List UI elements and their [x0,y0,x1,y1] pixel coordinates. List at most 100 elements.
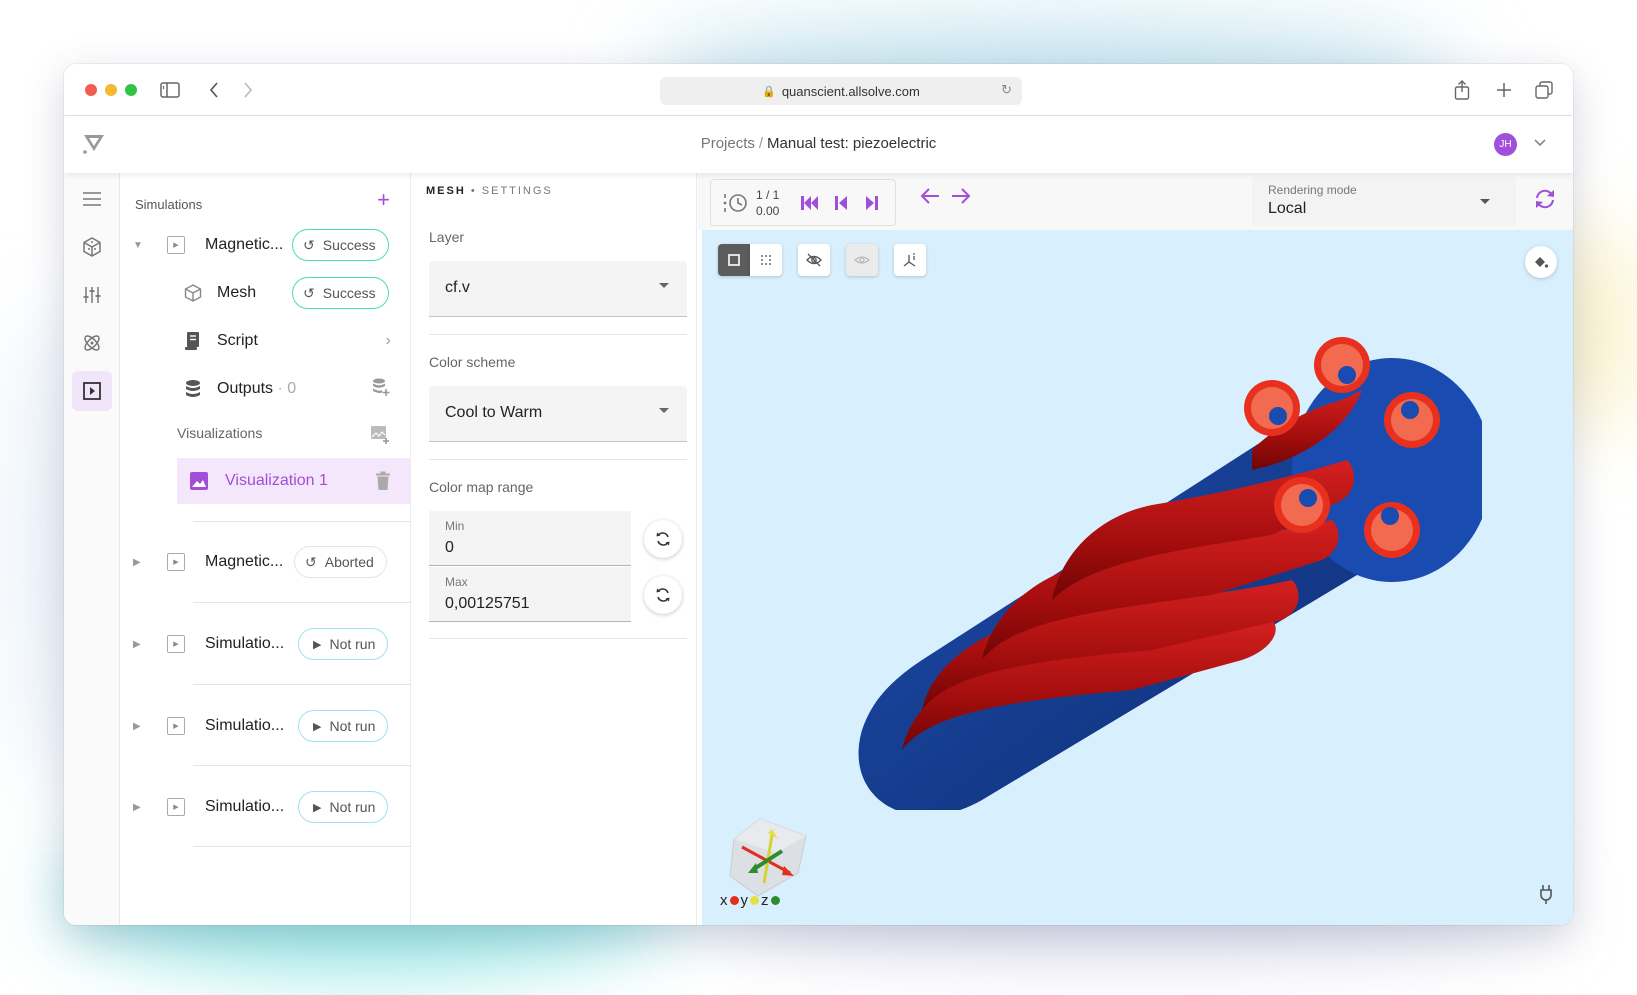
mesh-label: Mesh [217,284,257,301]
dots-grid-icon [761,255,771,265]
dropdown-arrow-icon [1480,199,1490,204]
outputs-row[interactable]: Outputs · 0 [121,367,411,411]
visualization-item[interactable]: Visualization 1 [177,458,411,504]
first-step-button[interactable] [801,196,819,213]
rail-menu-button[interactable] [72,179,112,219]
status-text: Not run [329,636,376,652]
color-scheme-select[interactable]: Cool to Warm [429,386,687,442]
reset-max-button[interactable] [644,576,682,614]
redo-arrow-button[interactable] [951,185,971,211]
browser-toolbar: 🔒 quanscient.allsolve.com ↻ [64,64,1573,116]
layer-select[interactable]: cf.v [429,261,687,317]
maximize-window-button[interactable] [125,84,137,96]
expand-caret-icon[interactable]: ▶ [133,639,141,650]
solid-view-button[interactable] [718,244,750,276]
status-badge-success[interactable]: ↺ Success [292,277,389,309]
chevron-right-icon[interactable]: › [386,332,391,350]
rerun-icon: ↺ [303,236,315,253]
status-badge-not-run[interactable]: ▶ Not run [298,628,389,660]
add-visualization-icon[interactable] [370,425,390,450]
expand-caret-icon[interactable]: ▶ [133,721,141,732]
minimize-window-button[interactable] [105,84,117,96]
max-range-input[interactable]: Max 0,00125751 [429,567,631,622]
simulation-row[interactable]: ▶ ▶ Simulatio... ▶ Not run [121,687,411,765]
settings-title: MESH • SETTINGS [426,185,553,197]
layer-value: cf.v [445,279,470,296]
mesh-settings-panel: MESH • SETTINGS Layer cf.v Color scheme … [412,173,697,925]
breadcrumb-projects-link[interactable]: Projects [701,135,755,152]
divider [193,846,411,847]
user-avatar[interactable]: JH [1494,133,1517,156]
status-badge-not-run[interactable]: ▶ Not run [298,710,389,742]
previous-step-button[interactable] [835,196,847,213]
max-value: 0,00125751 [445,595,530,612]
close-window-button[interactable] [85,84,97,96]
simulation-name: Simulatio... [205,798,285,815]
paint-bucket-button[interactable] [1525,246,1557,278]
back-icon[interactable] [202,78,226,102]
orientation-cube[interactable] [720,811,810,901]
browser-window: 🔒 quanscient.allsolve.com ↻ Projects / Man… [64,64,1573,925]
rendering-mode-select[interactable]: Rendering mode Local [1252,177,1516,226]
collapse-caret-icon[interactable]: ▼ [133,240,143,251]
undo-arrow-button[interactable] [920,185,940,211]
expand-caret-icon[interactable]: ▶ [133,802,141,813]
min-label: Min [445,519,465,533]
rail-geometry-button[interactable] [72,227,112,267]
min-range-input[interactable]: Min 0 [429,511,631,566]
connection-plug-icon[interactable] [1539,884,1553,909]
divider [193,602,411,603]
last-step-button[interactable] [866,196,878,213]
simulation-name: Simulatio... [205,717,285,734]
hide-button[interactable] [798,244,830,276]
reload-icon[interactable]: ↻ [1001,82,1012,98]
sidebar-toggle-icon[interactable] [158,78,182,102]
account-menu-chevron-icon[interactable] [1534,134,1546,150]
y-axis-dot [750,896,759,905]
lock-icon: 🔒 [762,85,776,98]
rendering-mode-value: Local [1268,200,1307,217]
reset-min-button[interactable] [644,520,682,558]
status-badge-not-run[interactable]: ▶ Not run [298,791,389,823]
left-navigation-rail [64,173,120,925]
simulation-row[interactable]: ▶ ▶ Magnetic... ↺ Aborted [121,524,411,600]
expand-caret-icon[interactable]: ▶ [133,557,141,568]
address-bar[interactable]: 🔒 quanscient.allsolve.com ↻ [660,77,1022,105]
status-badge-aborted[interactable]: ↺ Aborted [294,546,387,578]
3d-viewport[interactable]: xyz [702,230,1573,925]
share-icon[interactable] [1450,78,1474,102]
simulation-icon: ▶ [167,635,185,653]
tab-overview-icon[interactable] [1532,78,1556,102]
points-view-button[interactable] [750,244,782,276]
status-badge-success[interactable]: ↺ Success [292,229,389,261]
delete-trash-icon[interactable] [375,471,391,496]
x-axis-label: x [720,892,728,909]
rail-simulation-button[interactable] [72,371,112,411]
divider [429,638,687,639]
script-row[interactable]: Script › [121,319,411,363]
rail-physics-button[interactable] [72,323,112,363]
layer-label: Layer [429,229,465,245]
show-button[interactable] [846,244,878,276]
axes-info-button[interactable] [894,244,926,276]
new-tab-icon[interactable] [1492,78,1516,102]
z-axis-label: z [761,892,769,909]
forward-icon[interactable] [236,78,260,102]
add-output-icon[interactable] [371,377,391,402]
simulation-row[interactable]: ▶ ▶ Simulatio... ▶ Not run [121,605,411,683]
simulation-name: Magnetic... [205,236,284,253]
image-icon [189,471,209,496]
refresh-render-button[interactable] [1533,189,1557,215]
simulation-row[interactable]: ▶ ▶ Simulatio... ▶ Not run [121,768,411,846]
mesh-row[interactable]: Mesh ↺ Success [121,271,411,315]
mesh-3d-render[interactable] [802,330,1482,810]
color-scheme-value: Cool to Warm [445,404,543,421]
play-icon: ▶ [313,638,322,651]
add-simulation-button[interactable]: + [377,187,390,213]
settings-title-bullet: • [470,185,477,197]
rail-settings-button[interactable] [72,275,112,315]
settings-sliders-icon [83,287,101,303]
divider [429,334,687,335]
simulation-icon: ▶ [167,717,185,735]
simulation-row[interactable]: ▼ ▶ Magnetic... ↺ Success [121,223,411,267]
